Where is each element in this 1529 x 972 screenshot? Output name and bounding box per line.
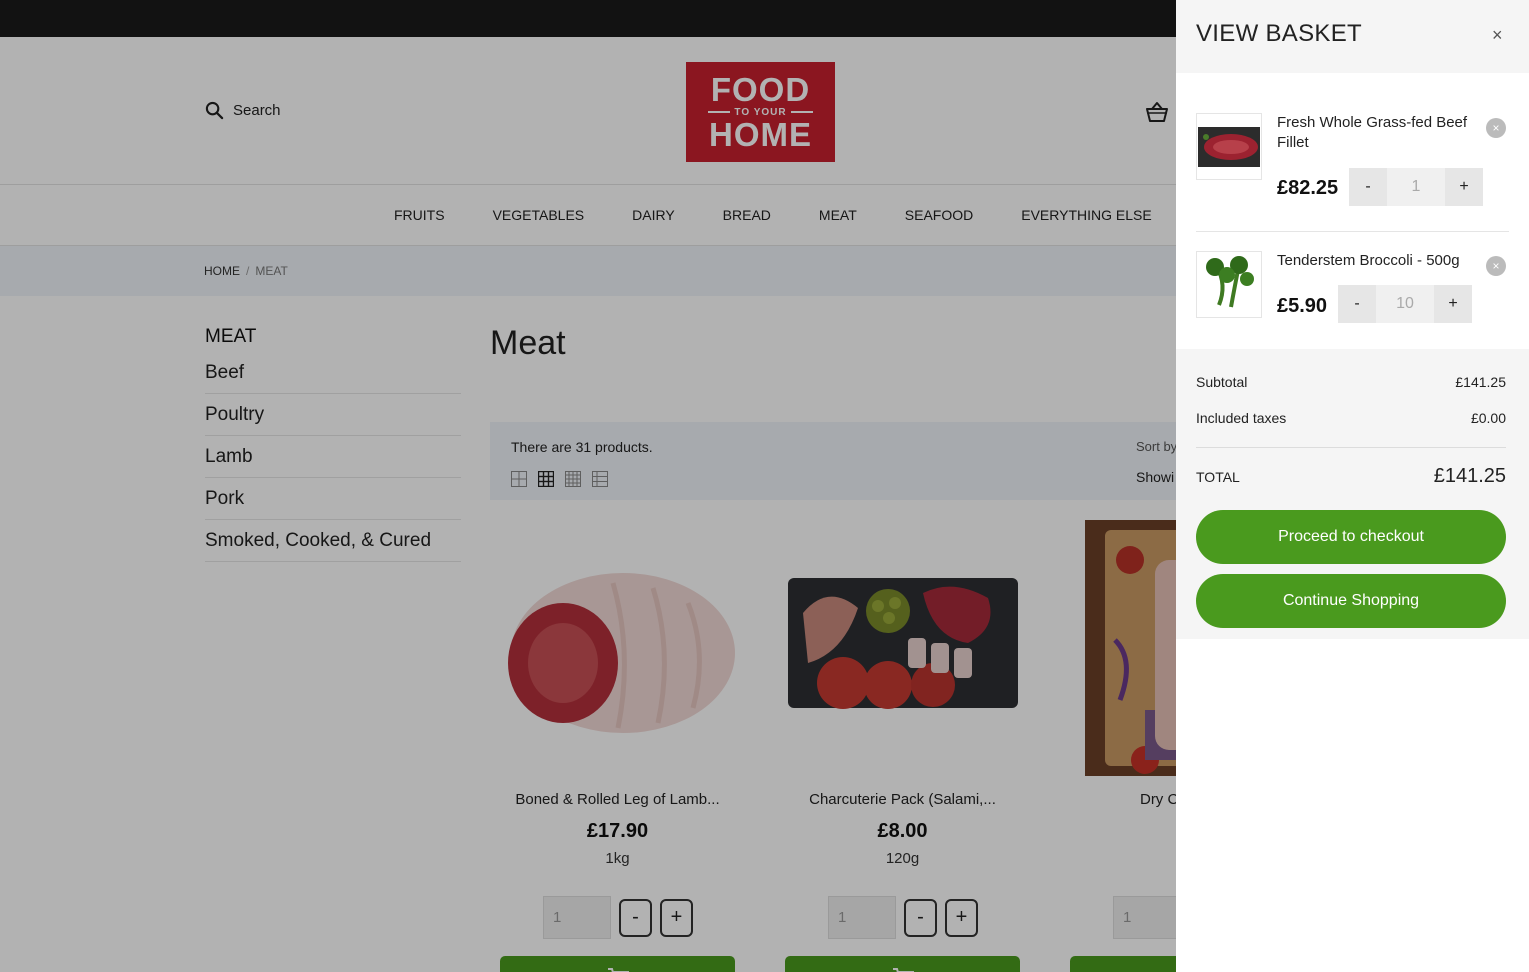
close-icon[interactable]: ×	[1492, 25, 1503, 46]
increase-button[interactable]: +	[1445, 168, 1483, 206]
basket-item-price: £5.90	[1277, 295, 1328, 317]
decrease-button[interactable]: -	[1349, 168, 1387, 206]
basket-title: VIEW BASKET	[1196, 20, 1363, 47]
basket-totals: Subtotal £141.25 Included taxes £0.00 TO…	[1176, 349, 1529, 639]
basket-quantity-stepper: - 10 +	[1338, 285, 1472, 323]
basket-quantity-stepper: - 1 +	[1349, 168, 1483, 206]
continue-shopping-button[interactable]: Continue Shopping	[1196, 574, 1506, 628]
proceed-to-checkout-button[interactable]: Proceed to checkout	[1196, 510, 1506, 564]
total-label: TOTAL	[1196, 468, 1240, 485]
subtotal-label: Subtotal	[1196, 374, 1248, 390]
taxes-row: Included taxes £0.00	[1196, 410, 1506, 426]
subtotal-value: £141.25	[1455, 374, 1506, 390]
total-row: TOTAL £141.25	[1196, 465, 1506, 488]
basket-divider	[1196, 231, 1509, 232]
basket-item-price: £82.25	[1277, 177, 1339, 199]
subtotal-row: Subtotal £141.25	[1196, 374, 1506, 390]
basket-item-image[interactable]	[1196, 251, 1262, 318]
total-value: £141.25	[1433, 465, 1506, 487]
remove-icon[interactable]: ×	[1486, 256, 1506, 276]
quantity-input[interactable]: 1	[1387, 168, 1445, 206]
decrease-button[interactable]: -	[1338, 285, 1376, 323]
basket-header: VIEW BASKET ×	[1176, 0, 1529, 73]
basket-item-image[interactable]	[1196, 113, 1262, 180]
taxes-label: Included taxes	[1196, 410, 1287, 426]
increase-button[interactable]: +	[1434, 285, 1472, 323]
remove-icon[interactable]: ×	[1486, 118, 1506, 138]
basket-item-name[interactable]: Fresh Whole Grass-fed Beef Fillet	[1277, 113, 1477, 153]
basket-drawer: VIEW BASKET × Fresh Whole Grass-fed Beef…	[1176, 0, 1529, 972]
page-overlay[interactable]	[0, 0, 1176, 972]
quantity-input[interactable]: 10	[1376, 285, 1434, 323]
totals-divider	[1196, 447, 1506, 448]
taxes-value: £0.00	[1470, 410, 1506, 426]
basket-item-name[interactable]: Tenderstem Broccoli - 500g	[1277, 251, 1477, 271]
